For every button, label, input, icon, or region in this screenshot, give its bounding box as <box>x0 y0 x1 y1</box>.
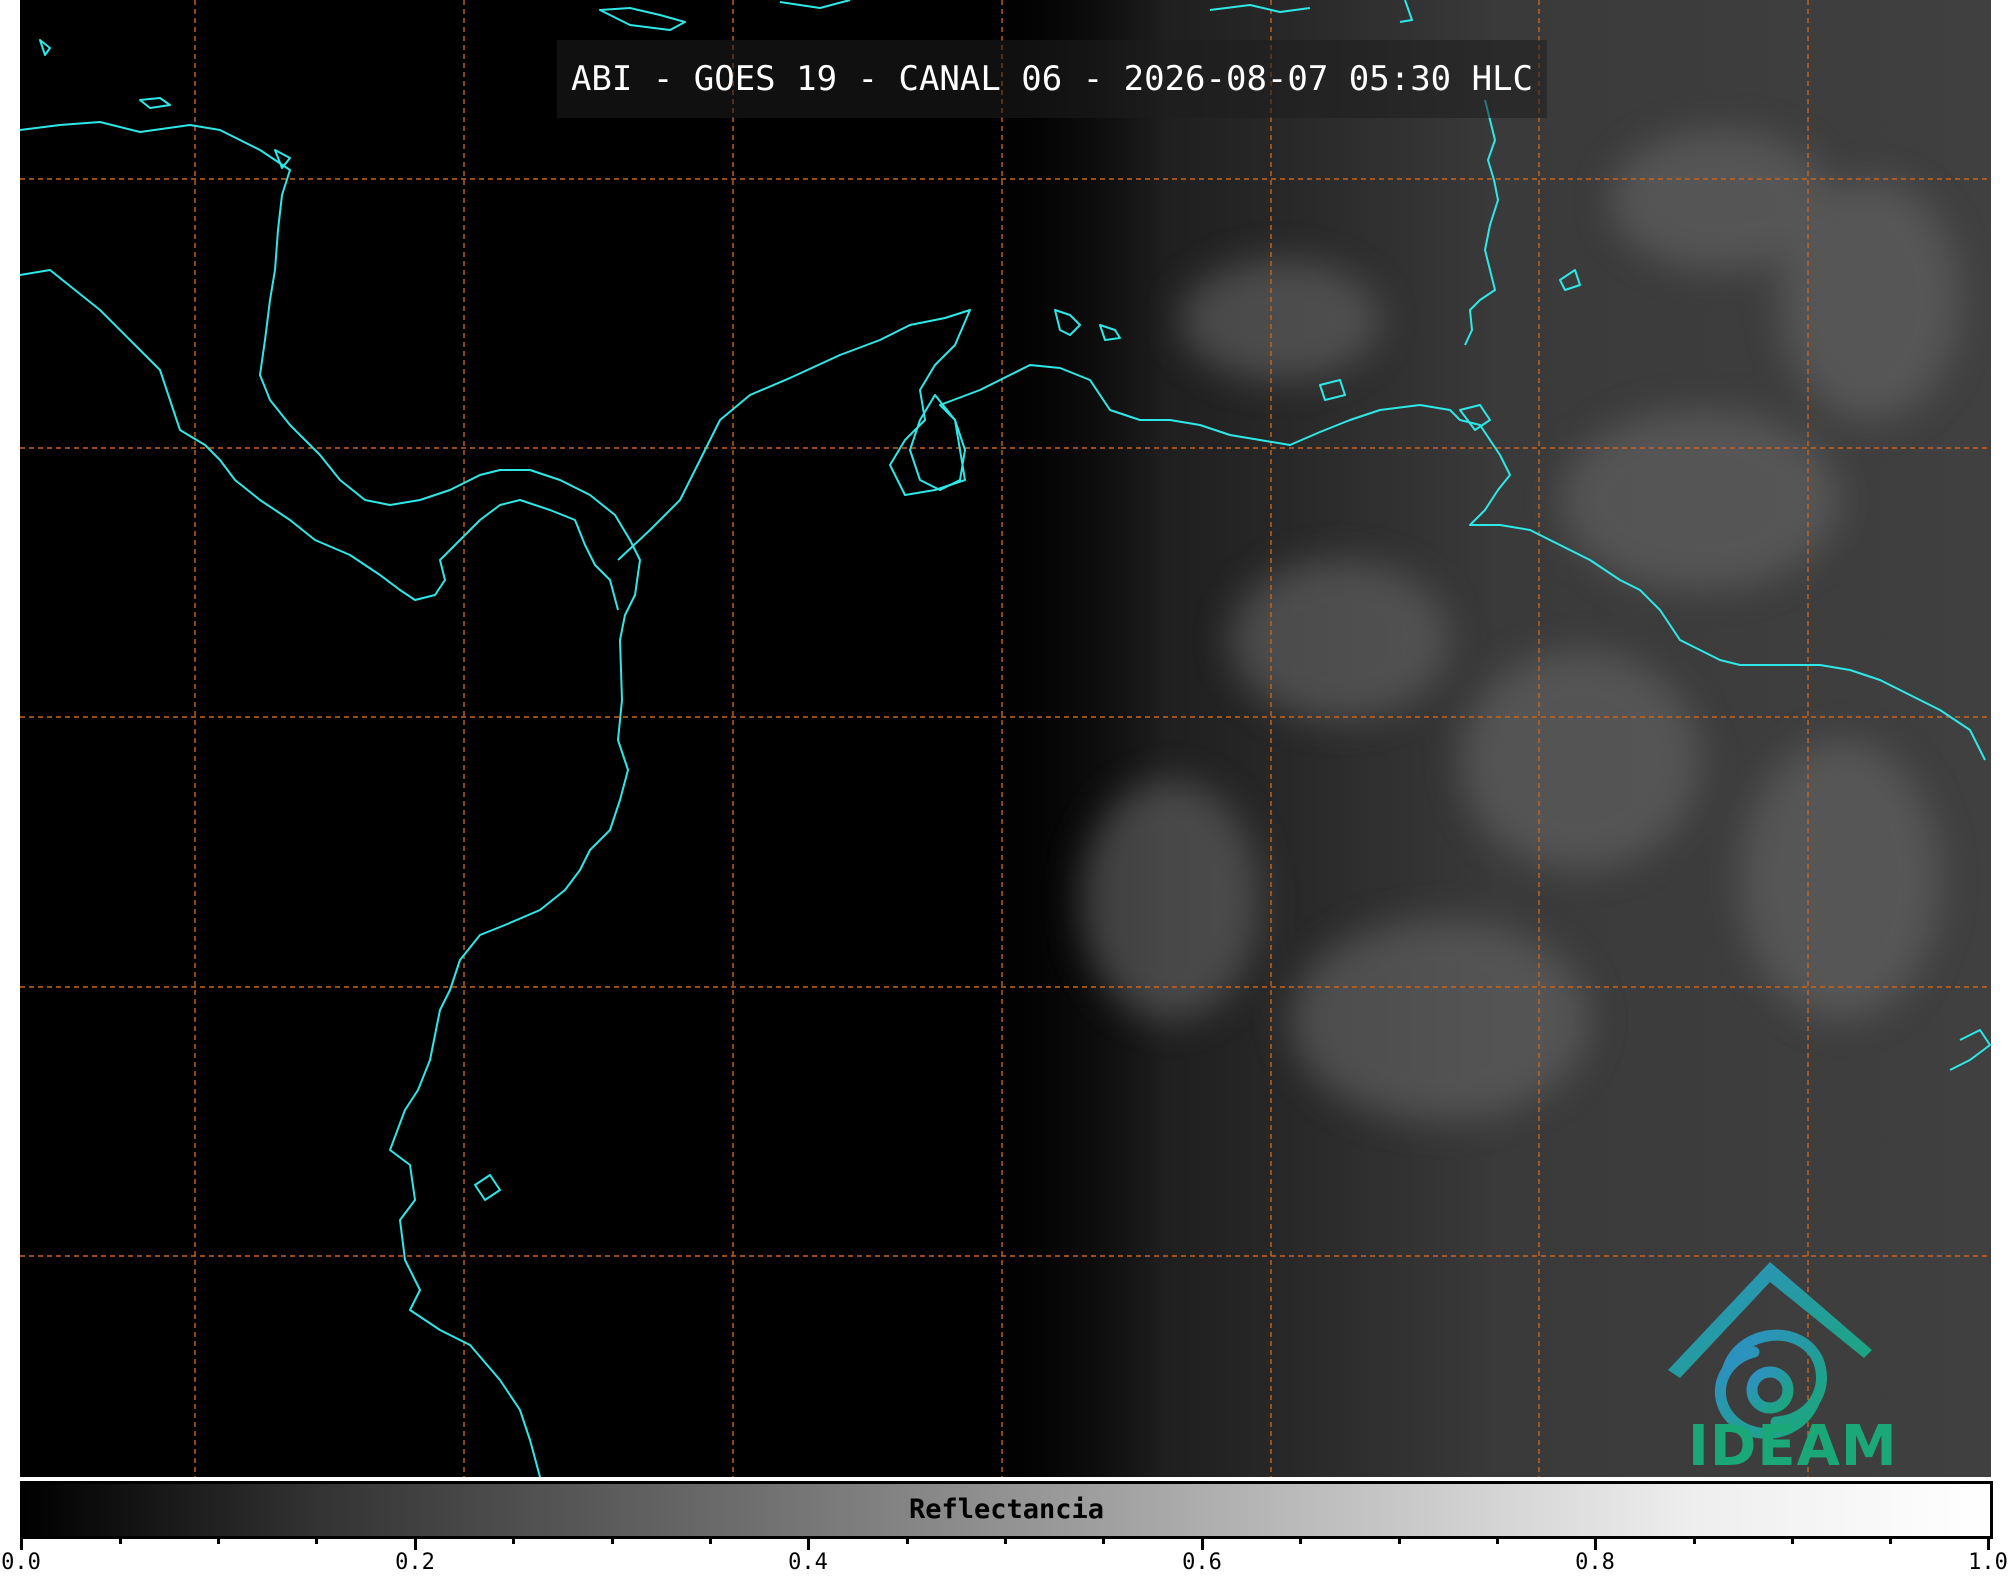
minor-tick <box>709 1536 712 1544</box>
minor-tick <box>1496 1536 1499 1544</box>
minor-tick <box>512 1536 515 1544</box>
colorbar-label: Reflectancia <box>908 1494 1105 1525</box>
tick-label: 0.2 <box>395 1550 435 1575</box>
tick-label: 0.6 <box>1182 1550 1222 1575</box>
minor-tick <box>906 1536 909 1544</box>
minor-tick <box>1693 1536 1696 1544</box>
minor-tick <box>1398 1536 1401 1544</box>
major-tick <box>1201 1536 1204 1550</box>
major-tick <box>414 1536 417 1550</box>
minor-tick <box>315 1536 318 1544</box>
minor-tick <box>1791 1536 1794 1544</box>
major-tick <box>807 1536 810 1550</box>
minor-tick <box>1299 1536 1302 1544</box>
tick-label: 0.0 <box>1 1550 41 1575</box>
major-tick <box>1987 1536 1990 1550</box>
minor-tick <box>1889 1536 1892 1544</box>
minor-tick <box>1004 1536 1007 1544</box>
tick-label: 1.0 <box>1968 1550 2008 1575</box>
minor-tick <box>217 1536 220 1544</box>
major-tick <box>1594 1536 1597 1550</box>
logo-text: IDEAM <box>1688 1414 1898 1479</box>
minor-tick <box>1102 1536 1105 1544</box>
roof-shape <box>1668 1262 1872 1378</box>
map-title: ABI - GOES 19 - CANAL 06 - 2026-08-07 05… <box>557 40 1547 118</box>
major-tick <box>20 1536 23 1550</box>
colorbar: Reflectancia <box>20 1481 1993 1539</box>
minor-tick <box>119 1536 122 1544</box>
minor-tick <box>611 1536 614 1544</box>
tick-label: 0.4 <box>788 1550 828 1575</box>
tick-label: 0.8 <box>1575 1550 1615 1575</box>
